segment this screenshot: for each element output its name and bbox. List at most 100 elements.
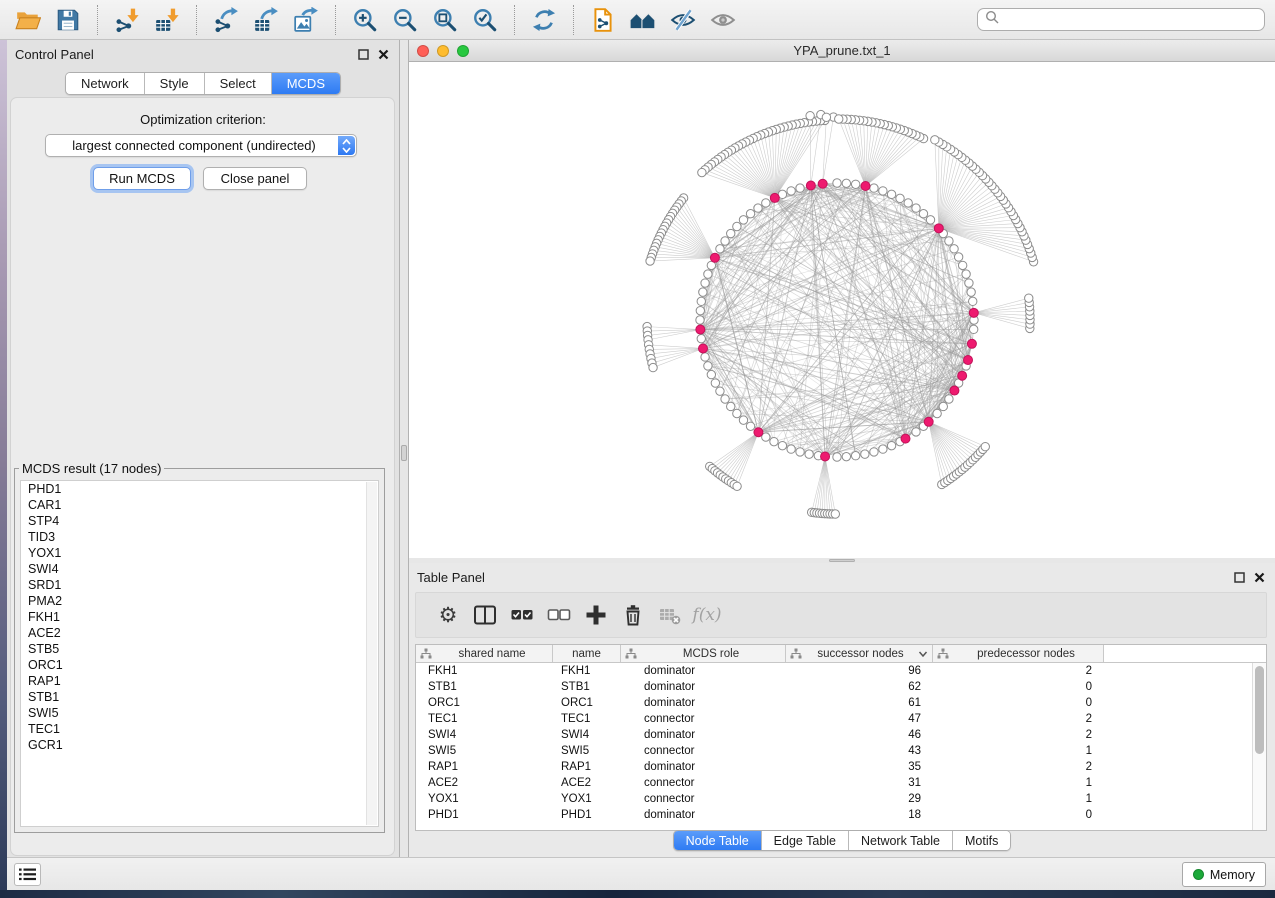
mcds-hub-node[interactable] bbox=[934, 224, 943, 233]
close-panel-button[interactable]: Close panel bbox=[203, 167, 307, 190]
mcds-result-item[interactable]: TID3 bbox=[21, 529, 378, 545]
zoom-selected-icon[interactable] bbox=[470, 5, 500, 35]
search-input[interactable] bbox=[1000, 13, 1257, 27]
mcds-hub-node[interactable] bbox=[754, 428, 763, 437]
column-header-name[interactable]: name bbox=[553, 645, 621, 662]
mcds-hub-node[interactable] bbox=[806, 181, 815, 190]
table-row[interactable]: RAP1RAP1dominator352 bbox=[416, 759, 1266, 775]
mcds-result-item[interactable]: YOX1 bbox=[21, 545, 378, 561]
import-table-icon[interactable] bbox=[152, 5, 182, 35]
table-scrollbar-thumb[interactable] bbox=[1255, 666, 1264, 754]
table-row[interactable]: YOX1YOX1connector291 bbox=[416, 791, 1266, 807]
tab-style[interactable]: Style bbox=[145, 73, 205, 94]
mcds-result-item[interactable]: SWI4 bbox=[21, 561, 378, 577]
mcds-result-item[interactable]: CAR1 bbox=[21, 497, 378, 513]
mcds-hub-node[interactable] bbox=[901, 434, 910, 443]
splitter-grip[interactable] bbox=[829, 559, 855, 562]
tab-select[interactable]: Select bbox=[205, 73, 272, 94]
mcds-hub-node[interactable] bbox=[969, 308, 978, 317]
refresh-layout-icon[interactable] bbox=[529, 5, 559, 35]
save-icon[interactable] bbox=[53, 5, 83, 35]
task-list-button[interactable] bbox=[14, 863, 41, 886]
tab-motifs[interactable]: Motifs bbox=[953, 831, 1010, 850]
mcds-hub-node[interactable] bbox=[964, 356, 973, 365]
select-all-icon[interactable] bbox=[507, 600, 537, 630]
mcds-result-item[interactable]: STB1 bbox=[21, 689, 378, 705]
column-header-shared-name[interactable]: shared name bbox=[416, 645, 553, 662]
network-canvas[interactable] bbox=[409, 62, 1275, 558]
tab-network-table[interactable]: Network Table bbox=[849, 831, 953, 850]
tab-mcds[interactable]: MCDS bbox=[272, 73, 340, 94]
vertical-splitter[interactable] bbox=[399, 40, 409, 857]
zoom-in-icon[interactable] bbox=[350, 5, 380, 35]
mcds-result-item[interactable]: PHD1 bbox=[21, 481, 378, 497]
mcds-result-item[interactable]: SRD1 bbox=[21, 577, 378, 593]
share-document-icon[interactable] bbox=[588, 5, 618, 35]
mcds-hub-node[interactable] bbox=[950, 386, 959, 395]
mcds-result-list[interactable]: PHD1CAR1STP4TID3YOX1SWI4SRD1PMA2FKH1ACE2… bbox=[20, 480, 379, 827]
tab-network[interactable]: Network bbox=[66, 73, 145, 94]
mcds-result-item[interactable]: SWI5 bbox=[21, 705, 378, 721]
mcds-result-item[interactable]: STB5 bbox=[21, 641, 378, 657]
mcds-hub-node[interactable] bbox=[967, 339, 976, 348]
optimization-criterion-select[interactable]: largest connected component (undirected) bbox=[45, 134, 357, 157]
table-row[interactable]: STB1STB1dominator620 bbox=[416, 679, 1266, 695]
split-columns-icon[interactable] bbox=[470, 600, 500, 630]
mcds-hub-node[interactable] bbox=[696, 325, 705, 334]
add-column-icon[interactable] bbox=[581, 600, 611, 630]
column-header-MCDS-role[interactable]: MCDS role bbox=[621, 645, 786, 662]
hide-selection-icon[interactable] bbox=[668, 5, 698, 35]
close-panel-icon[interactable] bbox=[375, 46, 391, 62]
mcds-hub-node[interactable] bbox=[710, 253, 719, 262]
run-mcds-button[interactable]: Run MCDS bbox=[93, 167, 191, 190]
tab-node-table[interactable]: Node Table bbox=[674, 831, 762, 850]
circular-network-graph[interactable] bbox=[409, 62, 1275, 558]
network-window-titlebar[interactable]: YPA_prune.txt_1 bbox=[409, 40, 1275, 62]
search-field[interactable] bbox=[977, 8, 1265, 31]
mcds-hub-node[interactable] bbox=[698, 344, 707, 353]
mcds-hub-node[interactable] bbox=[821, 452, 830, 461]
tab-edge-table[interactable]: Edge Table bbox=[762, 831, 849, 850]
show-all-icon[interactable] bbox=[708, 5, 738, 35]
zoom-fit-icon[interactable] bbox=[430, 5, 460, 35]
column-header-successor-nodes[interactable]: successor nodes bbox=[786, 645, 933, 662]
mcds-hub-node[interactable] bbox=[958, 371, 967, 380]
mcds-hub-node[interactable] bbox=[861, 181, 870, 190]
mcds-list-scrollbar[interactable] bbox=[366, 482, 377, 825]
mcds-result-item[interactable]: ORC1 bbox=[21, 657, 378, 673]
table-row[interactable]: ACE2ACE2connector311 bbox=[416, 775, 1266, 791]
node-table[interactable]: shared namenameMCDS rolesuccessor nodesp… bbox=[415, 644, 1267, 831]
export-image-icon[interactable] bbox=[291, 5, 321, 35]
column-header-predecessor-nodes[interactable]: predecessor nodes bbox=[933, 645, 1104, 662]
mcds-result-item[interactable]: FKH1 bbox=[21, 609, 378, 625]
deselect-all-icon[interactable] bbox=[544, 600, 574, 630]
delete-column-icon[interactable] bbox=[618, 600, 648, 630]
table-scrollbar[interactable] bbox=[1252, 663, 1266, 830]
table-row[interactable]: SWI4SWI4dominator462 bbox=[416, 727, 1266, 743]
table-row[interactable]: ORC1ORC1dominator610 bbox=[416, 695, 1266, 711]
settings-gear-icon[interactable]: ⚙ bbox=[433, 600, 463, 630]
first-neighbors-icon[interactable] bbox=[628, 5, 658, 35]
close-panel-icon[interactable] bbox=[1251, 569, 1267, 585]
mcds-result-item[interactable]: PMA2 bbox=[21, 593, 378, 609]
mcds-hub-node[interactable] bbox=[818, 179, 827, 188]
float-panel-icon[interactable] bbox=[355, 46, 371, 62]
splitter-grip[interactable] bbox=[401, 445, 407, 461]
mcds-result-item[interactable]: TEC1 bbox=[21, 721, 378, 737]
import-network-icon[interactable] bbox=[112, 5, 142, 35]
mcds-result-item[interactable]: GCR1 bbox=[21, 737, 378, 753]
mcds-result-item[interactable]: RAP1 bbox=[21, 673, 378, 689]
mcds-result-item[interactable]: ACE2 bbox=[21, 625, 378, 641]
open-folder-icon[interactable] bbox=[13, 5, 43, 35]
memory-button[interactable]: Memory bbox=[1182, 862, 1266, 887]
export-table-icon[interactable] bbox=[251, 5, 281, 35]
zoom-out-icon[interactable] bbox=[390, 5, 420, 35]
mcds-hub-node[interactable] bbox=[924, 417, 933, 426]
export-network-icon[interactable] bbox=[211, 5, 241, 35]
float-panel-icon[interactable] bbox=[1231, 569, 1247, 585]
table-row[interactable]: PHD1PHD1dominator180 bbox=[416, 807, 1266, 823]
mcds-result-item[interactable]: STP4 bbox=[21, 513, 378, 529]
table-row[interactable]: SWI5SWI5connector431 bbox=[416, 743, 1266, 759]
table-row[interactable]: FKH1FKH1dominator962 bbox=[416, 663, 1266, 679]
mcds-hub-node[interactable] bbox=[770, 193, 779, 202]
